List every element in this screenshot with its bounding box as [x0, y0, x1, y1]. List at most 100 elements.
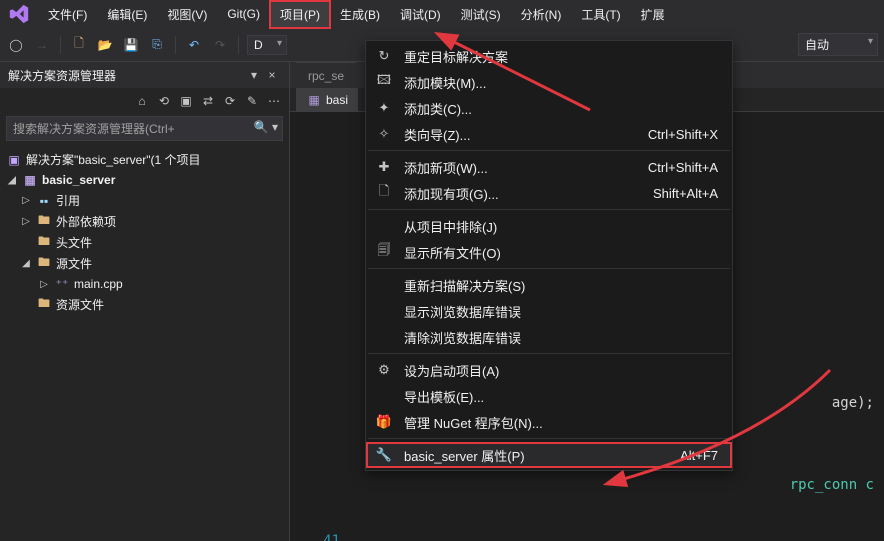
menu-file[interactable]: 文件(F) [38, 1, 97, 28]
menu-export-template[interactable]: 导出模板(E)... [366, 383, 732, 409]
caret-icon: ▷ [38, 279, 50, 290]
solution-node[interactable]: ▣ 解决方案"basic_server"(1 个项目 [0, 149, 289, 170]
sources-label: 源文件 [56, 255, 92, 272]
open-file-icon[interactable]: 📂 [95, 35, 115, 55]
tool-icon[interactable]: ⟲ [155, 92, 173, 110]
solution-label: 解决方案"basic_server"(1 个项目 [26, 151, 201, 168]
line-number: 41 [310, 530, 350, 541]
new-file-icon[interactable]: 🗋 [69, 35, 89, 55]
more-icon[interactable]: ⋯ [265, 92, 283, 110]
new-item-icon: ✚ [374, 158, 394, 176]
folder-icon: 🖿 [36, 214, 52, 230]
sidebar-dropdown-icon[interactable]: ▾ [245, 66, 263, 84]
sidebar-toolbar: ⌂ ⟲ ▣ ⇄ ⟳ ✎ ⋯ [0, 88, 289, 114]
wizard-icon: ✧ [374, 125, 394, 143]
tab-rpc[interactable]: rpc_se [296, 62, 356, 88]
home-icon[interactable]: ⌂ [133, 92, 151, 110]
headers-label: 头文件 [56, 234, 92, 251]
module-icon: 🖾 [374, 73, 394, 91]
menu-build[interactable]: 生成(B) [330, 1, 390, 28]
external-label: 外部依赖项 [56, 213, 116, 230]
resources-label: 资源文件 [56, 296, 104, 313]
external-deps-node[interactable]: ▷ 🖿 外部依赖项 [0, 211, 289, 232]
menu-add-module[interactable]: 🖾 添加模块(M)... [366, 69, 732, 95]
resources-node[interactable]: 🖿 资源文件 [0, 294, 289, 315]
menu-tools[interactable]: 工具(T) [571, 1, 630, 28]
config-combo[interactable]: D [247, 35, 287, 55]
menu-separator [368, 209, 730, 210]
project-label: basic_server [42, 173, 115, 187]
existing-item-icon: 🗋 [374, 184, 394, 202]
solution-tree: ▣ 解决方案"basic_server"(1 个项目 ◢ ▦ basic_ser… [0, 147, 289, 317]
menu-properties[interactable]: 🔧 basic_server 属性(P) Alt+F7 [366, 442, 732, 468]
menu-show-db-errors[interactable]: 显示浏览数据库错误 [366, 298, 732, 324]
menu-add-existing-item[interactable]: 🗋 添加现有项(G)... Shift+Alt+A [366, 180, 732, 206]
sidebar-title: 解决方案资源管理器 [8, 67, 245, 84]
menu-debug[interactable]: 调试(D) [390, 1, 451, 28]
undo-icon[interactable]: ↶ [184, 35, 204, 55]
code-line-41: 41 [310, 530, 884, 541]
menu-separator [368, 353, 730, 354]
menu-git[interactable]: Git(G) [217, 2, 270, 26]
gear-icon: ⚙ [374, 361, 394, 379]
menu-add-class[interactable]: ✦ 添加类(C)... [366, 95, 732, 121]
nav-back-icon[interactable]: ◯ [6, 35, 26, 55]
sidebar-search-input[interactable]: 搜索解决方案资源管理器(Ctrl+ 🔍 ▾ [6, 116, 283, 141]
subtab-label: basi [326, 93, 348, 107]
save-icon[interactable]: 💾 [121, 35, 141, 55]
sidebar-close-icon[interactable]: × [263, 66, 281, 84]
sidebar-header: 解决方案资源管理器 ▾ × [0, 62, 289, 88]
platform-combo[interactable]: 自动 [798, 33, 878, 56]
menu-separator [368, 268, 730, 269]
project-node[interactable]: ◢ ▦ basic_server [0, 170, 289, 190]
save-all-icon[interactable]: ⎘ [147, 35, 167, 55]
menu-separator [368, 150, 730, 151]
menu-retarget[interactable]: ↻ 重定目标解决方案 [366, 43, 732, 69]
menu-nuget[interactable]: 🎁 管理 NuGet 程序包(N)... [366, 409, 732, 435]
menu-test[interactable]: 测试(S) [451, 1, 511, 28]
menu-exclude[interactable]: 从项目中排除(J) [366, 213, 732, 239]
folder-icon: 🖿 [36, 235, 52, 251]
menu-project[interactable]: 项目(P) [270, 1, 330, 28]
folder-icon: 🖿 [36, 297, 52, 313]
class-icon: ✦ [374, 99, 394, 117]
menu-add-new-item[interactable]: ✚ 添加新项(W)... Ctrl+Shift+A [366, 154, 732, 180]
sync-icon[interactable]: ⇄ [199, 92, 217, 110]
wrench-icon: 🔧 [374, 446, 394, 464]
collapse-icon[interactable]: ▣ [177, 92, 195, 110]
main-cpp-label: main.cpp [74, 277, 123, 291]
caret-icon: ▷ [20, 216, 32, 227]
menu-clear-db-errors[interactable]: 清除浏览数据库错误 [366, 324, 732, 350]
redo-icon[interactable]: ↷ [210, 35, 230, 55]
project-icon: ▦ [22, 172, 38, 188]
references-node[interactable]: ▷ ▪▪ 引用 [0, 190, 289, 211]
nav-fwd-icon[interactable]: → [32, 35, 52, 55]
show-all-icon: 🗐 [374, 243, 394, 261]
menu-analyze[interactable]: 分析(N) [511, 1, 572, 28]
menu-rescan[interactable]: 重新扫描解决方案(S) [366, 272, 732, 298]
menu-set-startup[interactable]: ⚙ 设为启动项目(A) [366, 357, 732, 383]
menubar: 文件(F) 编辑(E) 视图(V) Git(G) 项目(P) 生成(B) 调试(… [0, 0, 884, 28]
caret-icon: ▷ [20, 195, 32, 206]
headers-node[interactable]: 🖿 头文件 [0, 232, 289, 253]
code-fragment2: rpc_conn c [310, 474, 884, 496]
references-icon: ▪▪ [36, 193, 52, 209]
menu-view[interactable]: 视图(V) [157, 1, 217, 28]
caret-icon: ◢ [20, 258, 32, 269]
properties-icon[interactable]: ✎ [243, 92, 261, 110]
menu-edit[interactable]: 编辑(E) [97, 1, 157, 28]
caret-icon: ◢ [6, 175, 18, 186]
references-label: 引用 [56, 192, 80, 209]
project-icon: ▦ [306, 92, 322, 108]
refresh-icon[interactable]: ⟳ [221, 92, 239, 110]
menu-extensions[interactable]: 扩展 [631, 1, 675, 28]
retarget-icon: ↻ [374, 47, 394, 65]
subtab-basic[interactable]: ▦ basi [296, 88, 358, 111]
folder-icon: 🖿 [36, 256, 52, 272]
solution-icon: ▣ [6, 152, 22, 168]
menu-class-wizard[interactable]: ✧ 类向导(Z)... Ctrl+Shift+X [366, 121, 732, 147]
menu-show-all-files[interactable]: 🗐 显示所有文件(O) [366, 239, 732, 265]
sources-node[interactable]: ◢ 🖿 源文件 [0, 253, 289, 274]
menu-separator [368, 438, 730, 439]
main-cpp-node[interactable]: ▷ ⁺⁺ main.cpp [0, 274, 289, 294]
